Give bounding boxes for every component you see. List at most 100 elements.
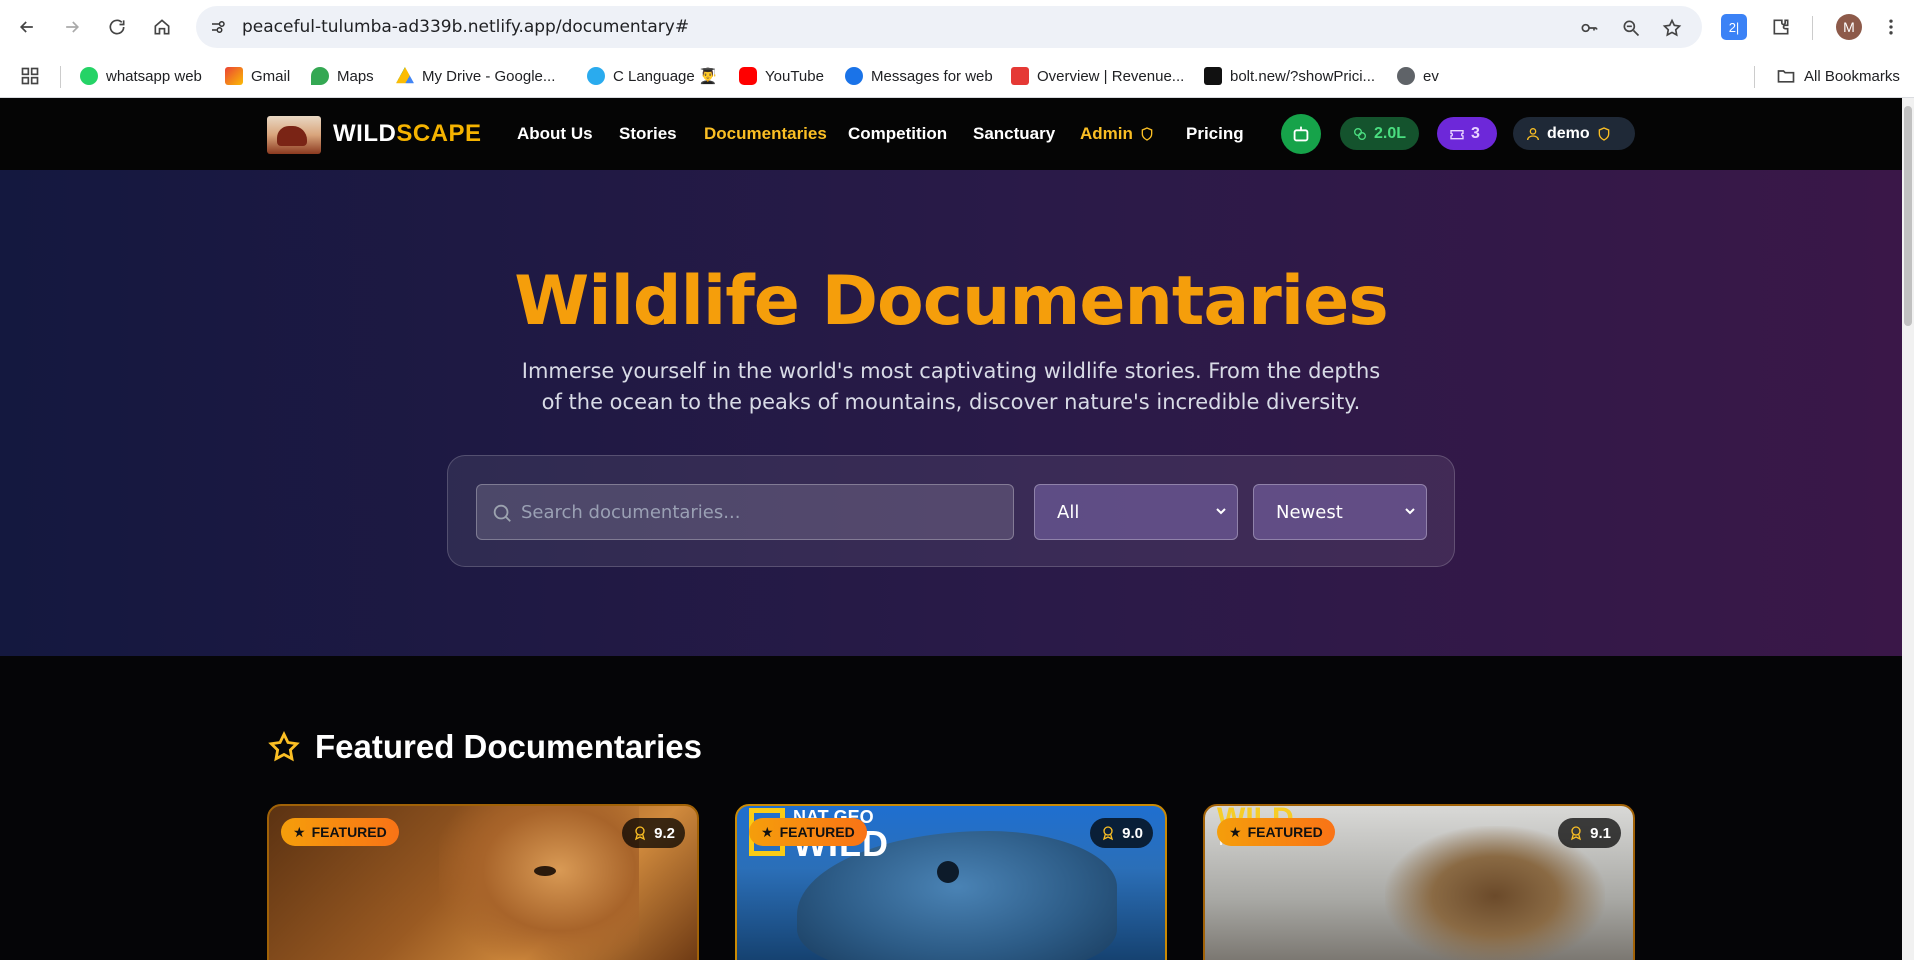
- search-icon: [493, 504, 511, 522]
- bookmark-label: bolt.new/?showPrici...: [1230, 67, 1376, 85]
- bookmark-label: Messages for web: [871, 67, 993, 85]
- bookmark-star-icon[interactable]: [1661, 17, 1683, 39]
- ai-bot-button[interactable]: [1281, 114, 1321, 154]
- hero-section: Wildlife Documentaries Immerse yourself …: [0, 170, 1902, 656]
- whatsapp-icon: [80, 67, 98, 85]
- coins-value: 2.0L: [1374, 124, 1407, 142]
- username-label: demo: [1547, 124, 1590, 142]
- sort-select[interactable]: Newest: [1253, 484, 1427, 540]
- category-select-value: All: [1057, 501, 1080, 523]
- bot-icon: [1293, 126, 1309, 142]
- documentary-card[interactable]: ★ FEATURED 9.2: [267, 804, 699, 960]
- tickets-badge[interactable]: 3: [1437, 117, 1497, 150]
- bookmark-label: Gmail: [251, 67, 291, 85]
- coins-balance-badge[interactable]: 2.0L: [1340, 117, 1419, 150]
- bookmark-messages[interactable]: Messages for web: [845, 64, 993, 88]
- revenuecat-icon: [1011, 67, 1029, 85]
- category-select[interactable]: All: [1034, 484, 1238, 540]
- admin-shield-icon: [1598, 126, 1610, 141]
- user-menu-button[interactable]: demo: [1513, 117, 1635, 150]
- all-bookmarks[interactable]: All Bookmarks: [1776, 64, 1900, 88]
- elephant-logo-image[interactable]: [267, 116, 321, 154]
- site-info-icon[interactable]: [206, 15, 230, 39]
- page-title: Wildlife Documentaries: [514, 262, 1388, 341]
- rating-value: 9.1: [1590, 824, 1611, 842]
- nav-competition[interactable]: Competition: [848, 124, 947, 144]
- telegram-icon: [587, 67, 605, 85]
- site-logo[interactable]: WILDSCAPE: [333, 120, 482, 148]
- bookmark-youtube[interactable]: YouTube: [739, 64, 824, 88]
- zoom-icon[interactable]: [1620, 17, 1642, 39]
- bookmark-ev[interactable]: ev: [1397, 64, 1439, 88]
- star-icon: ★: [1229, 823, 1242, 840]
- messages-icon: [845, 67, 863, 85]
- bookmark-label: YouTube: [765, 67, 824, 85]
- award-icon: [635, 826, 646, 841]
- tickets-value: 3: [1471, 124, 1480, 142]
- search-filter-panel: All Newest: [447, 455, 1455, 567]
- nav-admin[interactable]: Admin: [1080, 124, 1155, 144]
- bookmarks-bar: whatsapp web Gmail Maps My Drive - Googl…: [0, 54, 1914, 98]
- bookmark-revenue[interactable]: Overview | Revenue...: [1011, 64, 1184, 88]
- forward-icon[interactable]: [58, 13, 86, 41]
- page-scrollbar[interactable]: [1902, 98, 1914, 960]
- rating-badge: 9.2: [622, 818, 685, 848]
- bookmark-label: Overview | Revenue...: [1037, 67, 1185, 85]
- scrollbar-thumb[interactable]: [1904, 106, 1912, 326]
- address-bar[interactable]: peaceful-tulumba-ad339b.netlify.app/docu…: [196, 6, 1702, 48]
- nav-admin-label: Admin: [1080, 124, 1133, 143]
- award-icon: [1103, 826, 1114, 841]
- nav-about-us[interactable]: About Us: [517, 124, 593, 144]
- logo-text-scape: SCAPE: [396, 120, 482, 147]
- featured-heading-text: Featured Documentaries: [315, 728, 702, 765]
- translate-extension-icon[interactable]: 2|: [1721, 14, 1747, 40]
- page-subtitle: Immerse yourself in the world's most cap…: [521, 359, 1381, 414]
- star-icon: ★: [293, 823, 306, 840]
- bookmark-drive[interactable]: My Drive - Google...: [396, 64, 555, 88]
- documentary-card[interactable]: NAT GEO WILD ★ FEATURED 9.0: [735, 804, 1167, 960]
- search-field[interactable]: [476, 484, 1014, 540]
- extensions-puzzle-icon[interactable]: [1768, 14, 1794, 40]
- home-icon[interactable]: [148, 13, 176, 41]
- apps-grid-icon[interactable]: [20, 64, 40, 88]
- bookmark-gmail[interactable]: Gmail: [225, 64, 290, 88]
- rating-badge: 9.0: [1090, 818, 1153, 848]
- nav-stories[interactable]: Stories: [619, 124, 677, 144]
- nav-documentaries[interactable]: Documentaries: [704, 124, 827, 144]
- password-key-icon[interactable]: [1578, 17, 1600, 39]
- featured-badge-label: FEATURED: [311, 824, 387, 840]
- user-icon: [1527, 127, 1539, 140]
- documentary-card[interactable]: WILD NATURE ★ FEATURED 9.1: [1203, 804, 1635, 960]
- browser-menu-icon[interactable]: [1878, 14, 1904, 40]
- profile-avatar[interactable]: M: [1836, 14, 1862, 40]
- back-icon[interactable]: [13, 13, 41, 41]
- bookmarks-divider: [60, 66, 61, 88]
- globe-icon: [1397, 67, 1415, 85]
- bookmark-label: whatsapp web: [106, 67, 202, 85]
- bookmark-whatsapp[interactable]: whatsapp web: [80, 64, 202, 88]
- featured-badge: ★ FEATURED: [749, 818, 867, 846]
- sort-select-value: Newest: [1276, 501, 1343, 523]
- bookmark-c-language[interactable]: C Language 👨‍🎓: [587, 64, 718, 88]
- bookmark-label: C Language 👨‍🎓: [613, 68, 718, 85]
- featured-badge: ★ FEATURED: [1217, 818, 1335, 846]
- chevron-down-icon: [1405, 508, 1415, 515]
- ticket-icon: [1450, 129, 1464, 139]
- search-input[interactable]: [521, 485, 1001, 539]
- featured-section: Featured Documentaries ★ FEATURED 9.2 NA…: [0, 656, 1902, 960]
- bookmark-label: ev: [1423, 67, 1439, 85]
- nav-pricing[interactable]: Pricing: [1186, 124, 1244, 144]
- nav-sanctuary[interactable]: Sanctuary: [973, 124, 1055, 144]
- star-icon: [268, 730, 300, 762]
- bookmark-label: My Drive - Google...: [422, 67, 556, 85]
- coins-icon: [1354, 127, 1366, 140]
- bookmark-maps[interactable]: Maps: [311, 64, 374, 88]
- youtube-icon: [739, 67, 757, 85]
- logo-text-wild: WILD: [333, 120, 397, 147]
- rating-badge: 9.1: [1558, 818, 1621, 848]
- star-icon: ★: [761, 823, 774, 840]
- maps-icon: [311, 67, 329, 85]
- reload-icon[interactable]: [103, 13, 131, 41]
- bookmark-bolt[interactable]: bolt.new/?showPrici...: [1204, 64, 1375, 88]
- rating-value: 9.2: [654, 824, 675, 842]
